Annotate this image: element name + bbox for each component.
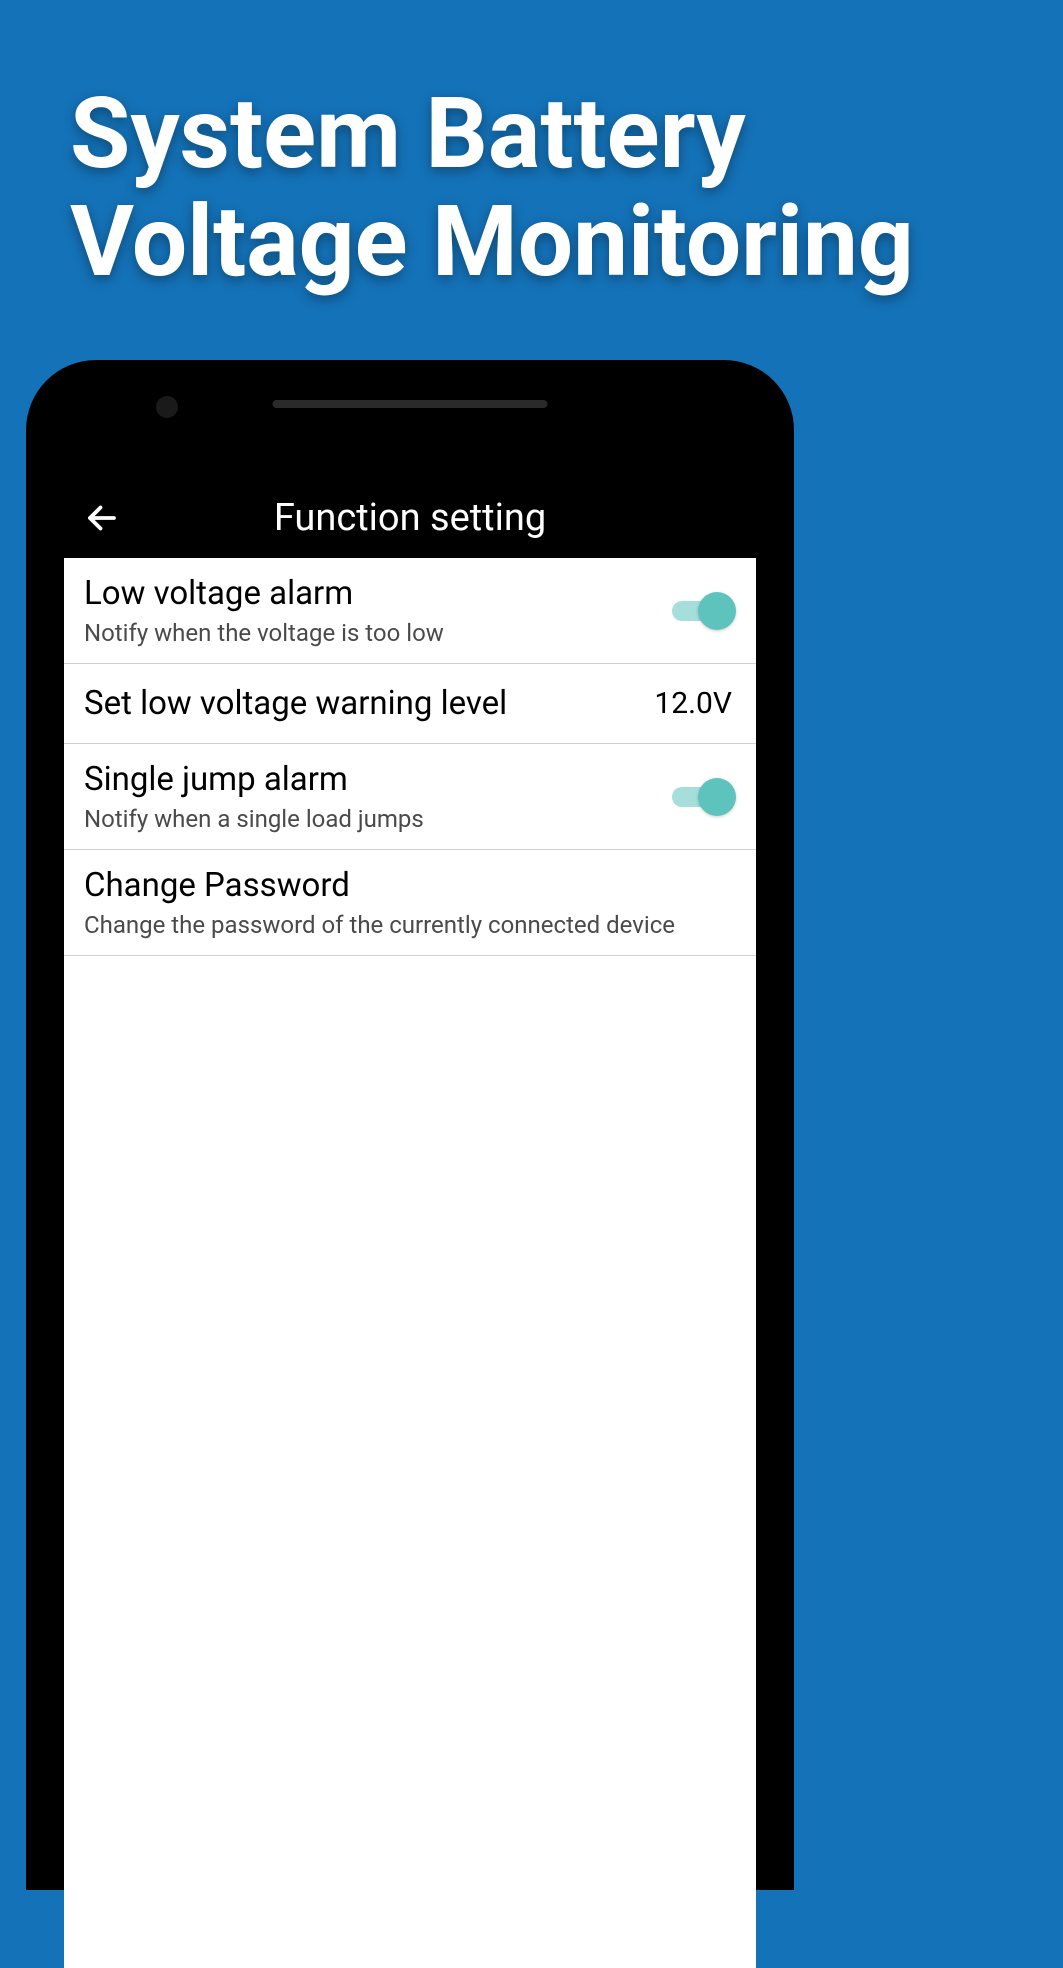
phone-speaker: [273, 400, 548, 408]
setting-text: Single jump alarm Notify when a single l…: [84, 760, 672, 833]
setting-change-password[interactable]: Change Password Change the password of t…: [64, 850, 756, 956]
toggle-knob: [698, 778, 736, 816]
setting-title: Low voltage alarm: [84, 574, 672, 613]
page-title: Function setting: [78, 496, 742, 540]
promo-title-line2: Voltage Monitoring: [70, 184, 914, 299]
setting-title: Single jump alarm: [84, 760, 672, 799]
setting-single-jump-alarm[interactable]: Single jump alarm Notify when a single l…: [64, 744, 756, 850]
low-voltage-level-value: 12.0V: [654, 686, 736, 721]
settings-list: Low voltage alarm Notify when the voltag…: [64, 558, 756, 1968]
low-voltage-alarm-toggle[interactable]: [672, 592, 736, 630]
setting-title: Change Password: [84, 866, 736, 905]
promo-title-line1: System Battery: [70, 76, 746, 191]
setting-subtitle: Notify when a single load jumps: [84, 805, 672, 833]
phone-frame: Function setting Low voltage alarm Notif…: [26, 360, 794, 1890]
setting-low-voltage-alarm[interactable]: Low voltage alarm Notify when the voltag…: [64, 558, 756, 664]
setting-subtitle: Notify when the voltage is too low: [84, 619, 672, 647]
single-jump-alarm-toggle[interactable]: [672, 778, 736, 816]
setting-title: Set low voltage warning level: [84, 684, 654, 723]
promo-title: System Battery Voltage Monitoring: [0, 0, 1063, 296]
toggle-knob: [698, 592, 736, 630]
phone-screen: Function setting Low voltage alarm Notif…: [64, 478, 756, 1968]
phone-camera: [156, 396, 178, 418]
setting-text: Change Password Change the password of t…: [84, 866, 736, 939]
app-header: Function setting: [64, 478, 756, 558]
setting-text: Low voltage alarm Notify when the voltag…: [84, 574, 672, 647]
setting-low-voltage-level[interactable]: Set low voltage warning level 12.0V: [64, 664, 756, 744]
setting-text: Set low voltage warning level: [84, 684, 654, 723]
setting-subtitle: Change the password of the currently con…: [84, 911, 736, 939]
